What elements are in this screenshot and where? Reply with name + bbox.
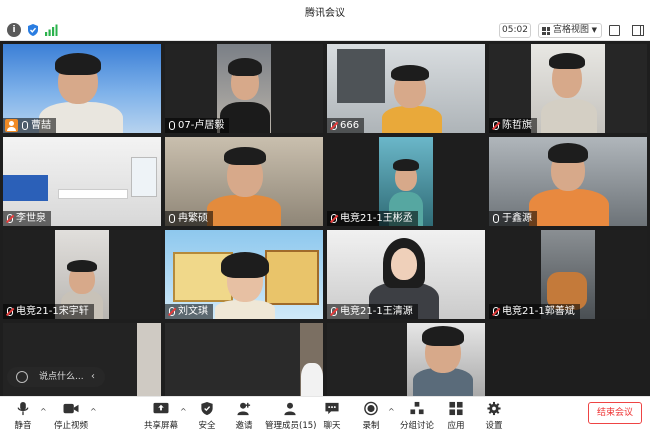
video-grid: 曹喆 07-卢居毅 666 陈哲旗 李世泉 冉繁硕 电竞21-1王彬丞 于鑫源 … — [0, 41, 650, 396]
record-button[interactable]: 录制 — [358, 401, 384, 433]
mic-icon — [22, 121, 28, 130]
video-tile[interactable]: 陈哲旗 — [489, 44, 647, 133]
participant-name-tag: 电竞21-1宋宇轩 — [3, 304, 94, 319]
chevron-left-icon[interactable]: ‹ — [91, 367, 95, 387]
video-tile[interactable]: 曹喆 — [3, 44, 161, 133]
breakout-icon — [410, 401, 424, 415]
video-options-caret[interactable]: ^ — [90, 407, 97, 416]
chat-button[interactable]: 聊天 — [319, 401, 345, 433]
window-titlebar: 腾讯会议 — [0, 0, 650, 20]
view-mode-label: 宫格视图 — [553, 25, 590, 35]
shield-icon[interactable] — [26, 23, 40, 37]
info-icon[interactable]: i — [7, 23, 21, 37]
microphone-icon — [17, 401, 29, 416]
grid-view-icon — [542, 27, 550, 35]
sidebar-toggle-icon[interactable] — [632, 25, 644, 36]
signal-icon[interactable] — [44, 23, 58, 37]
emoji-icon[interactable] — [16, 371, 28, 383]
mic-icon — [169, 214, 175, 223]
mic-muted-icon — [169, 307, 175, 316]
mic-muted-icon — [493, 121, 499, 130]
video-tile[interactable]: 07-卢居毅 — [165, 44, 323, 133]
participant-name-tag: 666 — [327, 118, 365, 133]
breakout-rooms-button[interactable]: 分组讨论 — [400, 401, 434, 433]
mic-muted-icon — [331, 307, 337, 316]
fullscreen-icon[interactable] — [609, 25, 620, 36]
mute-options-caret[interactable]: ^ — [40, 407, 47, 416]
video-tile[interactable] — [327, 323, 485, 396]
shield-icon — [201, 401, 213, 416]
mic-muted-icon — [331, 214, 337, 223]
participant-name-tag: 曹喆 — [3, 118, 56, 133]
video-tile[interactable]: 电竞21-1王彬丞 — [327, 137, 485, 226]
security-button[interactable]: 安全 — [194, 401, 220, 433]
video-tile[interactable]: 李世泉 — [3, 137, 161, 226]
participant-name-tag: 李世泉 — [3, 211, 51, 226]
chat-bubble-icon — [325, 402, 339, 415]
view-mode-dropdown[interactable]: 宫格视图 ▼ — [538, 23, 602, 38]
participant-name-tag: 于鑫源 — [489, 211, 537, 226]
mic-icon — [169, 121, 175, 130]
meeting-toolbar: 静音 ^ 停止视频 ^ 共享屏幕 ^ 安全 邀请 管理成员(15) 聊天 录制 … — [0, 396, 650, 434]
meeting-topbar: i 05:02 宫格视图 ▼ — [0, 20, 650, 41]
video-camera-icon — [63, 403, 79, 414]
video-tile[interactable]: 电竞21-1郭善斌 — [489, 230, 647, 319]
stop-video-button[interactable]: 停止视频 — [52, 401, 90, 433]
share-options-caret[interactable]: ^ — [180, 407, 187, 416]
video-tile[interactable] — [165, 323, 323, 396]
chat-input[interactable]: 说点什么... ‹ — [7, 367, 105, 387]
video-tile[interactable]: 于鑫源 — [489, 137, 647, 226]
record-icon — [364, 401, 378, 416]
participant-name-tag: 电竞21-1郭善斌 — [489, 304, 580, 319]
video-tile[interactable]: 冉繁硕 — [165, 137, 323, 226]
video-tile[interactable]: 666 — [327, 44, 485, 133]
participants-button[interactable]: 管理成员(15) — [265, 401, 316, 433]
settings-button[interactable]: 设置 — [481, 401, 507, 433]
mute-button[interactable]: 静音 — [6, 401, 40, 433]
mic-muted-icon — [7, 307, 13, 316]
apps-button[interactable]: 应用 — [443, 401, 469, 433]
end-meeting-button[interactable]: 结束会议 — [588, 402, 642, 424]
mic-icon — [493, 214, 499, 223]
users-icon — [284, 402, 296, 416]
apps-grid-icon — [449, 401, 463, 416]
video-tile[interactable]: 电竞21-1王清源 — [327, 230, 485, 319]
mic-muted-icon — [7, 214, 13, 223]
add-user-icon — [237, 402, 251, 416]
participant-name-tag: 07-卢居毅 — [165, 118, 230, 133]
mic-muted-icon — [331, 121, 337, 130]
window-title: 腾讯会议 — [305, 8, 345, 19]
mic-muted-icon — [493, 307, 499, 316]
video-tile[interactable]: 刘文琪 — [165, 230, 323, 319]
share-screen-icon — [153, 402, 169, 414]
meeting-timer: 05:02 — [499, 23, 531, 38]
share-screen-button[interactable]: 共享屏幕 — [142, 401, 180, 433]
participant-name-tag: 陈哲旗 — [489, 118, 537, 133]
invite-button[interactable]: 邀请 — [231, 401, 257, 433]
host-icon — [5, 119, 18, 132]
chevron-down-icon: ▼ — [591, 26, 597, 34]
participant-name-tag: 刘文琪 — [165, 304, 213, 319]
video-tile[interactable]: 电竞21-1宋宇轩 — [3, 230, 161, 319]
gear-icon — [487, 401, 501, 416]
record-options-caret[interactable]: ^ — [388, 407, 395, 416]
participant-name-tag: 电竞21-1王清源 — [327, 304, 418, 319]
participant-name-tag: 冉繁硕 — [165, 211, 213, 226]
chat-placeholder: 说点什么... — [39, 372, 84, 382]
participant-name-tag: 电竞21-1王彬丞 — [327, 211, 418, 226]
